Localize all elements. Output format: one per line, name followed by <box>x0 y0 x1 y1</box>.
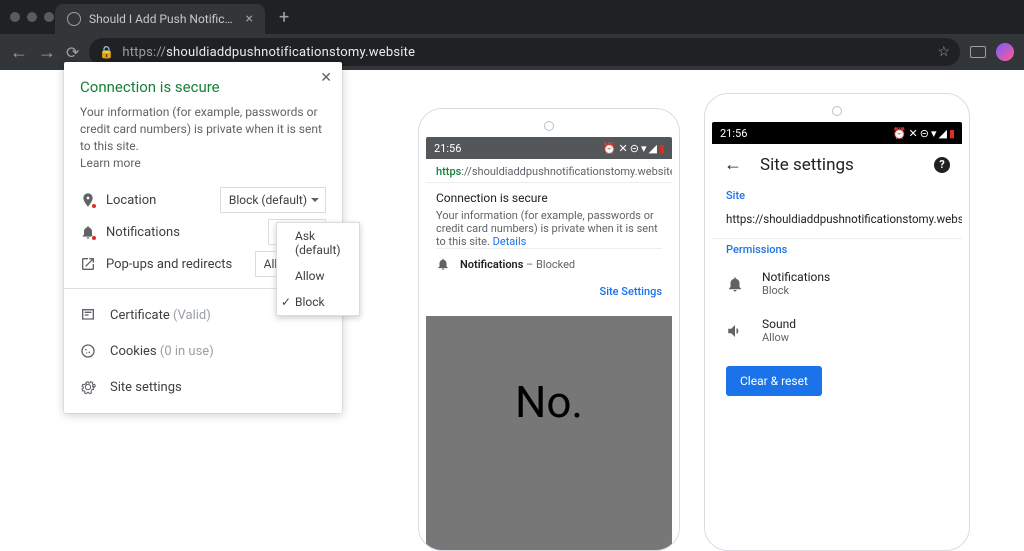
status-bar: 21:56 ⏰✕⊝▾◢▮ <box>712 122 962 144</box>
new-tab-button[interactable]: + <box>279 7 289 28</box>
lock-icon[interactable]: 🔒 <box>99 45 114 59</box>
browser-tab[interactable]: Should I Add Push Notification × <box>55 4 265 34</box>
close-popup-icon[interactable]: ✕ <box>320 70 332 86</box>
phone-mockup-1: 21:56 ⏰✕⊝▾◢▮ https://shouldiaddpushnotif… <box>418 108 680 551</box>
mobile-security-sheet: Connection is secure Your information (f… <box>426 183 672 316</box>
reload-button[interactable]: ⟳ <box>66 43 79 62</box>
popup-icon <box>80 256 96 272</box>
tab-strip: Should I Add Push Notification × + <box>0 0 1024 34</box>
forward-button[interactable]: → <box>38 42 56 63</box>
speaker-icon <box>726 322 744 340</box>
app-bar: ← Site settings ? <box>712 144 962 185</box>
bell-icon <box>726 275 744 293</box>
status-icons: ⏰✕⊝▾◢▮ <box>893 127 954 140</box>
phone-mockup-2: 21:56 ⏰✕⊝▾◢▮ ← Site settings ? Site http… <box>704 93 970 551</box>
globe-icon <box>67 12 81 26</box>
permission-label: Notifications <box>106 225 258 240</box>
url-text: https://shouldiaddpushnotificationstomy.… <box>122 45 415 60</box>
location-icon <box>80 192 96 208</box>
window-controls[interactable] <box>10 12 54 22</box>
bell-icon <box>80 224 96 240</box>
dot-minimize[interactable] <box>27 12 37 22</box>
back-button[interactable]: ← <box>10 42 28 63</box>
phone-speaker <box>832 106 842 116</box>
option-block[interactable]: Block <box>277 289 359 315</box>
page-content: No. <box>426 316 672 551</box>
permission-location: Location Block (default) <box>80 184 326 216</box>
permission-label: Location <box>106 193 210 208</box>
site-settings-link[interactable]: Site Settings <box>436 279 662 308</box>
dot-close[interactable] <box>10 12 20 22</box>
popup-title: Connection is secure <box>80 78 326 96</box>
section-site: Site <box>712 185 962 206</box>
learn-more-link[interactable]: Learn more <box>80 156 326 170</box>
mobile-notifications-row[interactable]: Notifications – Blocked <box>436 248 662 279</box>
option-allow[interactable]: Allow <box>277 263 359 289</box>
bookmark-star-icon[interactable]: ☆ <box>937 44 950 60</box>
status-bar: 21:56 ⏰✕⊝▾◢▮ <box>426 137 672 159</box>
cookie-icon <box>80 343 96 359</box>
status-icons: ⏰✕⊝▾◢▮ <box>603 142 664 155</box>
cast-icon[interactable] <box>970 46 986 58</box>
sec-title: Connection is secure <box>436 191 662 205</box>
cookies-link[interactable]: Cookies (0 in use) <box>80 333 326 369</box>
close-icon[interactable]: × <box>246 11 253 27</box>
dot-maximize[interactable] <box>44 12 54 22</box>
site-url: https://shouldiaddpushnotificationstomy.… <box>712 206 962 239</box>
details-link[interactable]: Details <box>493 235 527 248</box>
popup-description: Your information (for example, passwords… <box>80 104 326 154</box>
back-icon[interactable]: ← <box>724 154 742 175</box>
status-time: 21:56 <box>434 142 461 155</box>
mobile-url: https://shouldiaddpushnotificationstomy.… <box>426 159 672 183</box>
phone-speaker <box>544 121 554 131</box>
page-heading: No. <box>515 376 583 428</box>
permission-label: Pop-ups and redirects <box>106 257 245 272</box>
help-icon[interactable]: ? <box>934 157 950 173</box>
permission-notifications[interactable]: NotificationsBlock <box>712 260 962 307</box>
profile-avatar[interactable] <box>996 43 1014 61</box>
clear-reset-button[interactable]: Clear & reset <box>726 366 822 396</box>
chevron-down-icon <box>311 198 319 202</box>
bell-icon <box>436 257 450 271</box>
site-settings-link[interactable]: Site settings <box>80 369 326 405</box>
browser-window: Should I Add Push Notification × + ← → ⟳… <box>0 0 1024 551</box>
popups-select-menu[interactable]: Ask (default) Allow Block <box>276 222 360 316</box>
certificate-icon <box>80 307 96 323</box>
gear-icon <box>80 379 96 395</box>
appbar-title: Site settings <box>760 155 916 175</box>
location-select[interactable]: Block (default) <box>220 187 326 213</box>
section-permissions: Permissions <box>712 239 962 260</box>
viewport: ✕ Connection is secure Your information … <box>0 70 1024 551</box>
option-ask[interactable]: Ask (default) <box>277 223 359 263</box>
status-time: 21:56 <box>720 127 747 140</box>
tab-title: Should I Add Push Notification <box>89 12 238 26</box>
permission-sound[interactable]: SoundAllow <box>712 307 962 354</box>
